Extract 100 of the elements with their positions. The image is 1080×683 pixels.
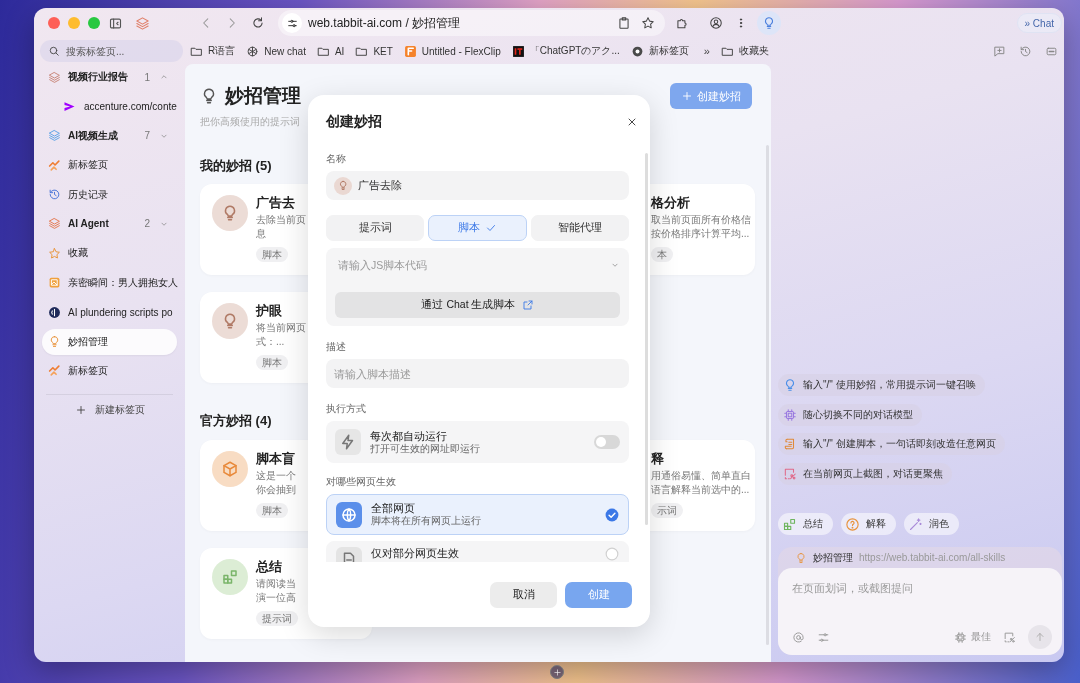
tab-count: 7 [144,130,150,142]
card-description: 用通俗易懂、简单直白 [651,469,751,483]
plus-icon [552,667,562,677]
card-title: 格分析 [651,196,691,210]
tab-item[interactable]: 亲密瞬间：男人拥抱女人 [42,269,177,296]
bookmark[interactable]: 「ChatGPTのアク... [511,44,620,58]
add-button[interactable] [550,665,564,679]
magic-wand-icon [908,516,923,532]
browser-logo-icon [630,44,644,58]
toggle-switch[interactable] [594,435,620,449]
history-icon[interactable] [1019,44,1032,58]
address-bar[interactable]: web.tabbit-ai.com / 妙招管理 [278,10,665,36]
maximize-window-button[interactable] [88,17,100,29]
reload-icon[interactable] [251,16,265,30]
new-chat-icon[interactable] [993,44,1006,58]
type-tag: 提示词 [256,611,298,626]
card-description: 取当前页面所有价格信 [651,213,751,227]
type-tab[interactable]: 脚本 [428,215,527,241]
tab-count: 1 [144,71,150,83]
sliders-icon[interactable] [817,630,830,644]
bookmark[interactable]: KET [355,44,393,58]
tab-item[interactable]: accenture.com/conte [42,93,177,120]
chip-icon [954,630,967,644]
generate-script-button[interactable]: 通过 Chat 生成脚本 [335,292,620,318]
screenshot-icon[interactable] [1003,630,1016,644]
context-url: https://web.tabbit-ai.com/all-skills [859,552,1006,563]
flexclip-logo-icon [403,44,417,58]
card-description: 式：... [256,335,286,349]
tab-count: 2 [144,218,150,230]
clipboard-icon[interactable] [617,16,631,30]
lightbulb-icon [48,335,61,348]
option-title: 仅对部分网页生效 [371,547,459,560]
bookmark[interactable]: R语言 [190,44,236,58]
skills-button[interactable] [757,11,781,35]
lightbulb-icon [212,195,248,231]
scope-option[interactable]: 仅对部分网页生效 [326,541,629,562]
quick-action-button[interactable]: 总结 [778,513,833,535]
plus-icon [681,90,693,102]
search-input[interactable]: 搜索标签页... [66,45,166,57]
layers-icon[interactable] [135,15,150,31]
sidebar-toggle-icon[interactable] [108,15,123,31]
arrow-up-icon [1034,631,1046,643]
question-icon [845,516,860,532]
option-description: 脚本将在所有网页上运行 [371,515,481,527]
search-field[interactable]: 搜索标签页... [40,40,183,62]
suggestion-chip[interactable]: 输入"/" 使用妙招，常用提示词一键召唤 [778,374,985,397]
tab-item[interactable]: 新标签页 [42,357,177,384]
suggestion-chip[interactable]: 随心切换不同的对话模型 [778,403,922,426]
scrollbar[interactable] [645,153,648,525]
history-icon [48,188,61,202]
new-tab-button[interactable]: 新建标签页 [42,394,177,425]
chat-button[interactable]: » Chat [1016,13,1062,33]
tab-item[interactable]: 新标签页 [42,152,177,179]
description-field[interactable]: 请输入脚本描述 [326,359,629,388]
send-button[interactable] [1028,625,1052,649]
bookmark-folder[interactable]: 收藏夹 [720,44,769,58]
at-icon[interactable] [792,630,805,644]
profile-icon[interactable] [709,16,723,30]
extension-icon[interactable] [675,16,689,30]
box-icon [212,451,248,487]
quick-action-button[interactable]: 解释 [841,513,896,535]
tab-item[interactable]: 历史记录 [42,181,177,208]
suggestion-chip[interactable]: 在当前网页上截图，对话更聚焦 [778,463,952,485]
message-input[interactable]: 在页面划词，或截图提问 [792,576,1052,625]
name-field[interactable]: 广告去除 [326,171,629,200]
star-icon[interactable] [641,16,655,30]
cancel-button[interactable]: 取消 [490,582,557,608]
lightning-icon [335,429,361,455]
tab-item[interactable]: 收藏 [42,240,177,267]
bookmark[interactable]: AI [316,44,345,58]
suggestion-chip[interactable]: 输入"/" 创建脚本，一句话即刻改造任意网页 [778,433,1005,456]
card-title: 护眼 [256,304,283,318]
bookmark[interactable]: 新标签页 [630,44,689,58]
type-tab[interactable]: 智能代理 [530,215,629,241]
globe-icon [336,501,362,528]
card-description: 将当前网页 [256,321,306,335]
scope-option[interactable]: 全部网页 脚本将在所有网页上运行 [326,494,629,535]
tabbit-logo-icon [48,158,61,172]
more-bookmarks-button[interactable]: » [699,45,710,57]
check-circle-icon [605,507,619,522]
blocks-icon [782,516,797,532]
type-tab[interactable]: 提示词 [326,215,425,241]
tab-item[interactable]: 妙招管理 [42,328,177,355]
quick-action-button[interactable]: 润色 [904,513,959,535]
type-tag: 脚本 [256,503,288,518]
site-logo-icon [48,305,61,319]
code-field[interactable]: 请输入JS脚本代码 通过 Chat 生成脚本 [326,248,629,326]
card-description: 息 [256,227,267,241]
minimize-window-button[interactable] [68,17,80,29]
bookmark[interactable]: Untitled - FlexClip [403,44,501,58]
close-window-button[interactable] [48,17,60,29]
card-description: 请阅读当 [256,577,297,591]
tab-group[interactable]: AI视频生成 7 [42,122,177,149]
tab-group[interactable]: 视频行业报告 1 [42,64,177,90]
tab-item[interactable]: AI plundering scripts po [42,299,177,326]
bookmark[interactable]: New chat [246,44,306,58]
layers-icon [48,70,61,84]
card-description: 按价格排序计算平均... [651,227,751,241]
close-icon[interactable] [626,116,638,128]
tab-group[interactable]: AI Agent 2 [42,210,177,237]
